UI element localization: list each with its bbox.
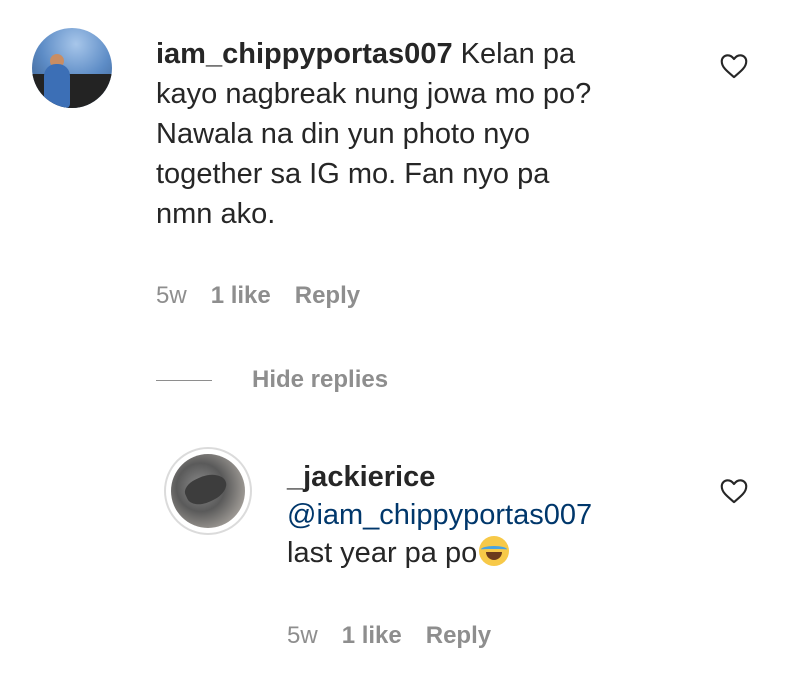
comment-username[interactable]: iam_chippyportas007 xyxy=(156,38,453,70)
comment-body: iam_chippyportas007 Kelan pa kayo nagbre… xyxy=(156,34,666,234)
comment-text-line: kayo nagbreak nung jowa mo po? xyxy=(156,78,592,110)
reply-meta: 5w 1 like Reply xyxy=(287,622,491,650)
comment-time: 5w xyxy=(156,282,187,309)
laughing-tears-emoji-icon xyxy=(479,536,510,566)
reply-like-heart-icon[interactable] xyxy=(720,478,748,504)
hide-replies-label: Hide replies xyxy=(252,366,389,393)
hide-replies-button[interactable]: Hide replies xyxy=(156,366,388,394)
like-heart-icon[interactable] xyxy=(720,53,748,79)
reply-mention-link[interactable]: @iam_chippyportas007 xyxy=(287,499,592,531)
reply-likes-link[interactable]: 1 like xyxy=(342,622,402,650)
comment-line-1: iam_chippyportas007 Kelan pa xyxy=(156,34,666,74)
reply-time: 5w xyxy=(287,622,318,649)
comment-likes-link[interactable]: 1 like xyxy=(211,282,271,310)
avatar-photo-figure xyxy=(44,64,70,108)
reply-text: last year pa po xyxy=(287,537,478,569)
comment-meta: 5w 1 like Reply xyxy=(156,282,360,310)
commenter-avatar[interactable] xyxy=(32,28,112,108)
comment-text-line: Nawala na din yun photo nyo xyxy=(156,118,531,150)
avatar-photo-figure xyxy=(181,468,231,510)
comment-text-line: Kelan pa xyxy=(460,38,576,70)
reply-username[interactable]: _jackierice xyxy=(287,461,435,493)
comment-text-line: nmn ako. xyxy=(156,198,276,230)
comment-reply-button[interactable]: Reply xyxy=(295,282,360,310)
comment-text-line: together sa IG mo. Fan nyo pa xyxy=(156,158,550,190)
hide-replies-divider xyxy=(156,379,212,381)
reply-body: _jackierice @iam_chippyportas007 last ye… xyxy=(287,458,667,572)
reply-reply-button[interactable]: Reply xyxy=(426,622,491,650)
reply-avatar[interactable] xyxy=(171,454,245,528)
